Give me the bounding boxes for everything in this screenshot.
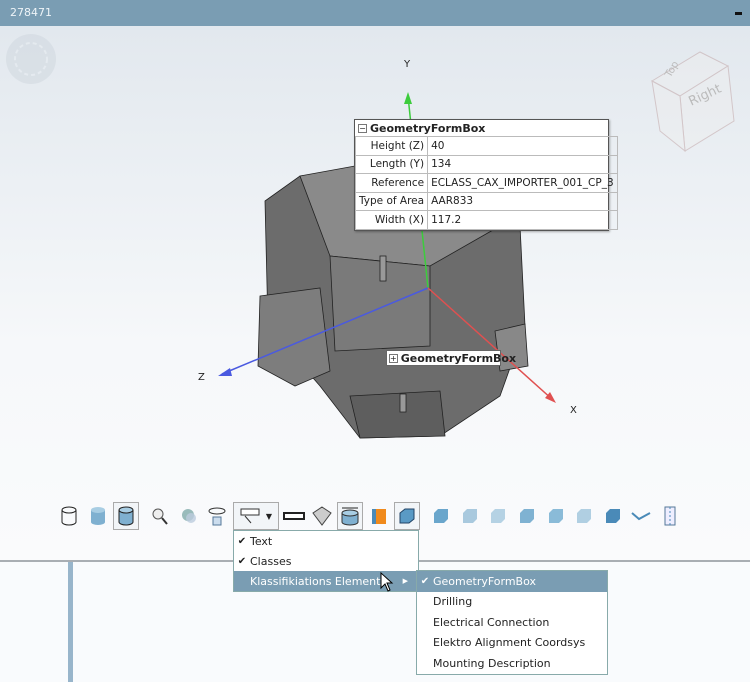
shaded-edges-cylinder-icon[interactable] bbox=[113, 502, 139, 530]
rotate-icon[interactable] bbox=[204, 502, 230, 530]
zoom-fit-icon[interactable] bbox=[146, 502, 172, 530]
menu-item-label: Drilling bbox=[433, 595, 473, 609]
chevron-down-icon[interactable]: ▼ bbox=[266, 512, 272, 521]
measure-ruler-icon[interactable] bbox=[281, 502, 307, 530]
property-key: Width (X) bbox=[354, 210, 429, 230]
wireframe-cylinder-icon[interactable] bbox=[56, 502, 82, 530]
view-front-icon[interactable] bbox=[428, 502, 454, 530]
property-key: Type of Area bbox=[354, 191, 429, 211]
submenu-arrow-icon: ▶ bbox=[402, 577, 408, 585]
property-value: 134 bbox=[427, 154, 618, 174]
expand-icon[interactable]: + bbox=[389, 353, 398, 363]
table-row: Reference ECLASS_CAX_IMPORTER_001_CP_3 bbox=[354, 173, 618, 193]
section-icon[interactable] bbox=[366, 502, 392, 530]
table-row: Length (Y) 134 bbox=[354, 154, 618, 174]
submenu-item-electrical-connection[interactable]: Electrical Connection bbox=[417, 612, 607, 633]
property-key: Reference bbox=[354, 173, 429, 193]
geometry-form-box-panel: − GeometryFormBox Height (Z) 40 Length (Y)… bbox=[354, 119, 618, 231]
minimize-button[interactable] bbox=[735, 12, 742, 15]
3d-viewport[interactable]: Y Z X Top Right bbox=[0, 26, 750, 560]
x-axis-label: X bbox=[570, 405, 577, 416]
box-icon[interactable] bbox=[394, 502, 420, 530]
window-title: 278471 bbox=[10, 6, 52, 19]
property-value: 40 bbox=[427, 136, 618, 156]
zoom-window-icon[interactable] bbox=[176, 502, 202, 530]
view-back-icon[interactable] bbox=[457, 502, 483, 530]
window-titlebar: 278471 bbox=[0, 0, 750, 26]
property-value: AAR833 bbox=[427, 191, 618, 211]
view-iso-icon[interactable] bbox=[600, 502, 626, 530]
y-axis-label: Y bbox=[404, 59, 411, 70]
submenu-item-mounting-description[interactable]: Mounting Description bbox=[417, 653, 607, 674]
property-value: ECLASS_CAX_IMPORTER_001_CP_3 bbox=[427, 173, 618, 193]
classification-submenu: ✔ GeometryFormBox Drilling Electrical Con… bbox=[416, 570, 608, 675]
clip-icon[interactable] bbox=[657, 502, 683, 530]
menu-item-label: Klassifikiations Elemente bbox=[250, 574, 388, 588]
submenu-item-elektro-alignment-coordsys[interactable]: Elektro Alignment Coordsys bbox=[417, 633, 607, 654]
annotation-dropdown-button[interactable]: ▼ bbox=[233, 502, 279, 530]
z-axis-label: Z bbox=[198, 372, 205, 383]
check-icon[interactable] bbox=[628, 502, 654, 530]
table-row: Height (Z) 40 bbox=[354, 136, 618, 156]
view-left-icon[interactable] bbox=[485, 502, 511, 530]
view-top-icon[interactable] bbox=[543, 502, 569, 530]
collapsed-title: GeometryFormBox bbox=[400, 351, 517, 365]
submenu-item-geometryformbox[interactable]: ✔ GeometryFormBox bbox=[417, 571, 607, 592]
menu-item-label: Text bbox=[250, 534, 273, 548]
property-key: Height (Z) bbox=[354, 136, 429, 156]
table-row: Width (X) 117.2 bbox=[354, 210, 618, 230]
menu-item-label: Elektro Alignment Coordsys bbox=[433, 636, 586, 650]
menu-item-label: GeometryFormBox bbox=[433, 574, 537, 588]
mouse-cursor-icon bbox=[380, 572, 394, 592]
3d-scene bbox=[6, 34, 735, 439]
property-key: Length (Y) bbox=[354, 154, 429, 174]
mesh-icon[interactable] bbox=[309, 502, 335, 530]
menu-item-label: Classes bbox=[250, 554, 292, 568]
view-bottom-icon[interactable] bbox=[571, 502, 597, 530]
splitter-bar[interactable] bbox=[68, 562, 73, 682]
submenu-item-drilling[interactable]: Drilling bbox=[417, 592, 607, 613]
panel-title: GeometryFormBox bbox=[370, 121, 486, 135]
navigation-wheel-icon bbox=[6, 34, 56, 84]
menu-item-classes[interactable]: ✔ Classes bbox=[234, 551, 418, 571]
check-icon: ✔ bbox=[237, 535, 247, 547]
check-icon: ✔ bbox=[420, 575, 430, 587]
property-value: 117.2 bbox=[427, 210, 618, 230]
view-right-icon[interactable] bbox=[514, 502, 540, 530]
annotation-icon bbox=[240, 508, 260, 524]
table-row: Type of Area AAR833 bbox=[354, 191, 618, 211]
geometry-form-box-collapsed[interactable]: + GeometryFormBox bbox=[386, 350, 516, 366]
collapse-icon[interactable]: − bbox=[358, 123, 367, 133]
dimension-icon[interactable] bbox=[337, 502, 363, 530]
shaded-cylinder-icon[interactable] bbox=[85, 502, 111, 530]
menu-item-text[interactable]: ✔ Text bbox=[234, 531, 418, 551]
menu-item-label: Electrical Connection bbox=[433, 615, 550, 629]
menu-item-label: Mounting Description bbox=[433, 656, 551, 670]
check-icon: ✔ bbox=[237, 555, 247, 567]
